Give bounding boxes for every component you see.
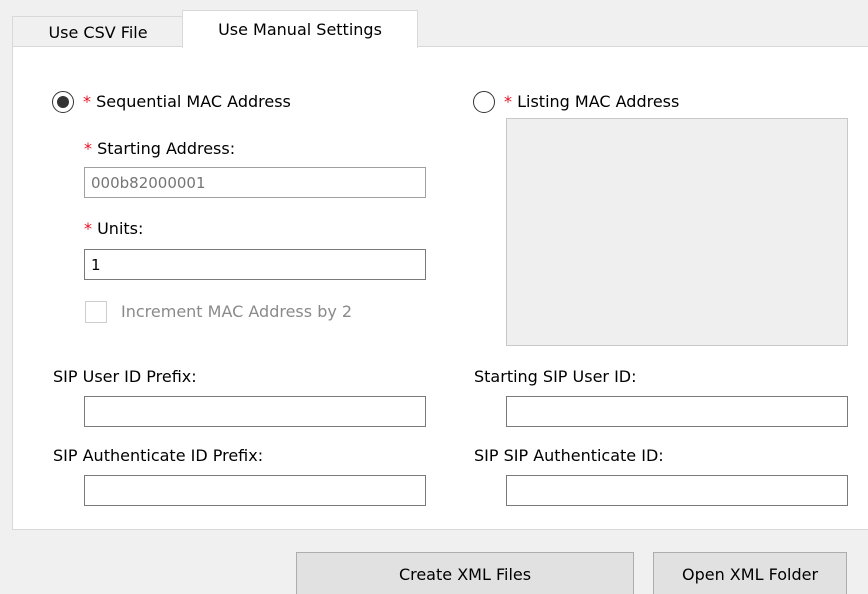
units-label: * Units:	[84, 219, 143, 238]
sequential-mac-text: Sequential MAC Address	[96, 92, 291, 111]
tab-strip: Use CSV File Use Manual Settings	[0, 0, 868, 48]
starting-address-input[interactable]	[84, 167, 426, 198]
starting-address-text: Starting Address:	[97, 139, 236, 158]
sip-sip-auth-id-input[interactable]	[506, 475, 848, 506]
manual-settings-panel: * Sequential MAC Address * Starting Addr…	[12, 46, 868, 530]
sip-user-id-prefix-input[interactable]	[84, 396, 426, 427]
required-marker: *	[84, 139, 92, 158]
open-xml-folder-label: Open XML Folder	[681, 564, 819, 584]
starting-address-label: * Starting Address:	[84, 139, 235, 158]
sequential-mac-label: * Sequential MAC Address	[83, 92, 291, 111]
listing-mac-text: Listing MAC Address	[517, 92, 680, 111]
required-marker: *	[504, 92, 512, 111]
listing-mac-radio[interactable]	[473, 91, 495, 113]
tab-use-manual-settings[interactable]: Use Manual Settings	[182, 10, 418, 48]
radio-selected-icon	[57, 96, 69, 108]
tab-label: Use CSV File	[48, 22, 148, 42]
tab-use-csv-file[interactable]: Use CSV File	[12, 16, 184, 47]
increment-mac-checkbox[interactable]	[85, 301, 107, 323]
required-marker: *	[83, 92, 91, 111]
create-xml-files-label: Create XML Files	[398, 564, 532, 584]
units-text: Units:	[97, 219, 144, 238]
starting-sip-user-id-input[interactable]	[506, 396, 848, 427]
tab-label: Use Manual Settings	[218, 20, 382, 39]
starting-sip-user-id-label: Starting SIP User ID:	[474, 367, 637, 386]
sip-sip-auth-id-label: SIP SIP Authenticate ID:	[474, 446, 664, 465]
listing-mac-listbox[interactable]	[506, 118, 848, 346]
required-marker: *	[84, 219, 92, 238]
create-xml-files-button[interactable]: Create XML Files	[296, 552, 634, 594]
units-input[interactable]	[84, 249, 426, 280]
open-xml-folder-button[interactable]: Open XML Folder	[653, 552, 847, 594]
listing-mac-label: * Listing MAC Address	[504, 92, 679, 111]
sip-auth-id-prefix-input[interactable]	[84, 475, 426, 506]
sequential-mac-radio[interactable]	[52, 91, 74, 113]
sip-user-id-prefix-label: SIP User ID Prefix:	[53, 367, 197, 386]
sip-auth-id-prefix-label: SIP Authenticate ID Prefix:	[53, 446, 264, 465]
increment-mac-label: Increment MAC Address by 2	[121, 302, 353, 321]
